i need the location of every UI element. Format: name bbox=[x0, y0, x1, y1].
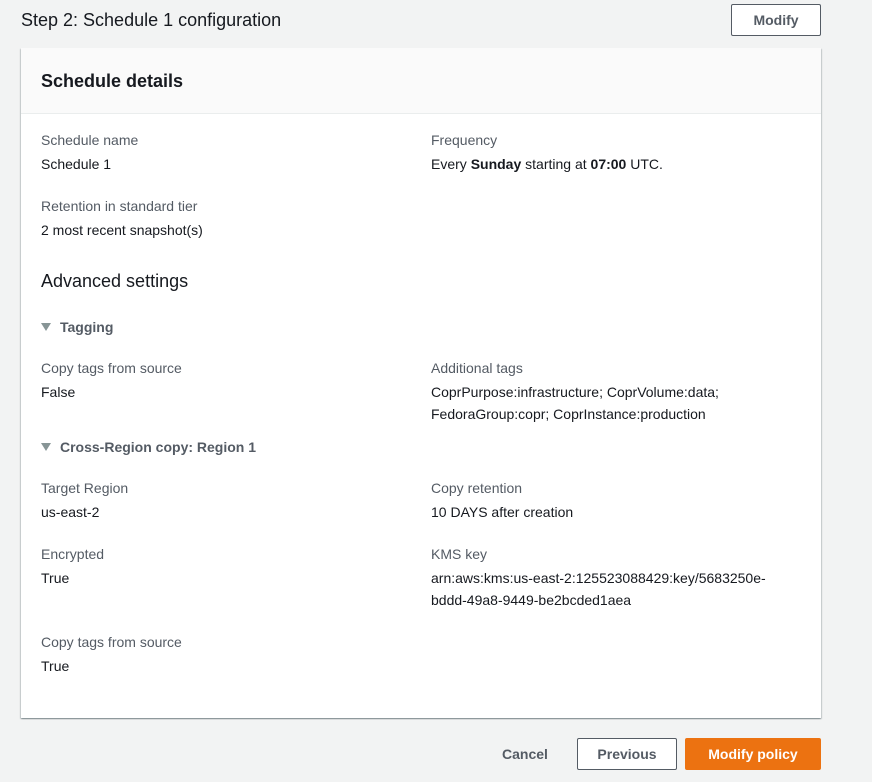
modify-button[interactable]: Modify bbox=[731, 4, 821, 36]
additional-tags-line2: FedoraGroup:copr; CoprInstance:productio… bbox=[431, 406, 706, 422]
retention-label: Retention in standard tier bbox=[41, 198, 198, 214]
encrypted-field: Encrypted True bbox=[41, 543, 411, 589]
step-header: Step 2: Schedule 1 configuration Modify bbox=[21, 0, 821, 40]
cross-region-copy-tags-field: Copy tags from source True bbox=[41, 631, 411, 677]
target-region-value: us-east-2 bbox=[41, 504, 100, 520]
kms-key-label: KMS key bbox=[431, 546, 488, 562]
caret-down-icon bbox=[41, 323, 51, 331]
schedule-name-value: Schedule 1 bbox=[41, 156, 112, 172]
additional-tags-line1: CoprPurpose:infrastructure; CoprVolume:d… bbox=[431, 384, 719, 400]
tagging-label: Tagging bbox=[60, 319, 114, 335]
copy-retention-field: Copy retention 10 DAYS after creation bbox=[431, 477, 801, 523]
kms-key-line2: bddd-49a8-9449-be2bcded1aea bbox=[431, 592, 632, 608]
caret-down-icon bbox=[41, 443, 51, 451]
target-region-label: Target Region bbox=[41, 480, 129, 496]
retention-field: Retention in standard tier 2 most recent… bbox=[41, 195, 411, 241]
frequency-time: 07:00 bbox=[590, 156, 627, 172]
frequency-day: Sunday bbox=[470, 156, 522, 172]
additional-tags-field: Additional tags CoprPurpose:infrastructu… bbox=[431, 357, 801, 425]
tagging-copy-tags-field: Copy tags from source False bbox=[41, 357, 411, 403]
kms-key-line1: arn:aws:kms:us-east-2:125523088429:key/5… bbox=[431, 570, 766, 586]
copy-retention-label: Copy retention bbox=[431, 480, 523, 496]
kms-key-field: KMS key arn:aws:kms:us-east-2:1255230884… bbox=[431, 543, 801, 611]
frequency-field: Frequency Every Sunday starting at 07:00… bbox=[431, 129, 801, 175]
retention-value: 2 most recent snapshot(s) bbox=[41, 222, 203, 238]
copy-retention-value: 10 DAYS after creation bbox=[431, 504, 574, 520]
frequency-value: Every Sunday starting at 07:00 UTC. bbox=[431, 153, 801, 175]
step-title: Step 2: Schedule 1 configuration bbox=[21, 10, 282, 30]
schedule-name-field: Schedule name Schedule 1 bbox=[41, 129, 411, 175]
tagging-copy-tags-value: False bbox=[41, 384, 76, 400]
tagging-copy-tags-label: Copy tags from source bbox=[41, 360, 182, 376]
previous-button[interactable]: Previous bbox=[577, 738, 677, 770]
modify-policy-button[interactable]: Modify policy bbox=[685, 738, 821, 770]
panel-header: Schedule details bbox=[21, 48, 821, 114]
additional-tags-label: Additional tags bbox=[431, 360, 523, 376]
frequency-prefix: Every bbox=[431, 156, 471, 172]
frequency-middle: starting at bbox=[521, 156, 591, 172]
encrypted-label: Encrypted bbox=[41, 546, 105, 562]
target-region-field: Target Region us-east-2 bbox=[41, 477, 411, 523]
panel-title: Schedule details bbox=[41, 71, 184, 91]
schedule-details-panel: Schedule details Schedule name Schedule … bbox=[21, 48, 821, 718]
frequency-suffix: UTC. bbox=[626, 156, 663, 172]
schedule-name-label: Schedule name bbox=[41, 132, 139, 148]
cross-region-label: Cross-Region copy: Region 1 bbox=[60, 439, 257, 455]
encrypted-value: True bbox=[41, 570, 70, 586]
tagging-expander[interactable]: Tagging bbox=[41, 316, 113, 338]
advanced-settings-title: Advanced settings bbox=[41, 271, 189, 291]
cancel-button[interactable]: Cancel bbox=[487, 738, 563, 770]
cross-region-expander[interactable]: Cross-Region copy: Region 1 bbox=[41, 436, 256, 458]
frequency-label: Frequency bbox=[431, 132, 498, 148]
cross-region-copy-tags-label: Copy tags from source bbox=[41, 634, 182, 650]
cross-region-copy-tags-value: True bbox=[41, 658, 70, 674]
